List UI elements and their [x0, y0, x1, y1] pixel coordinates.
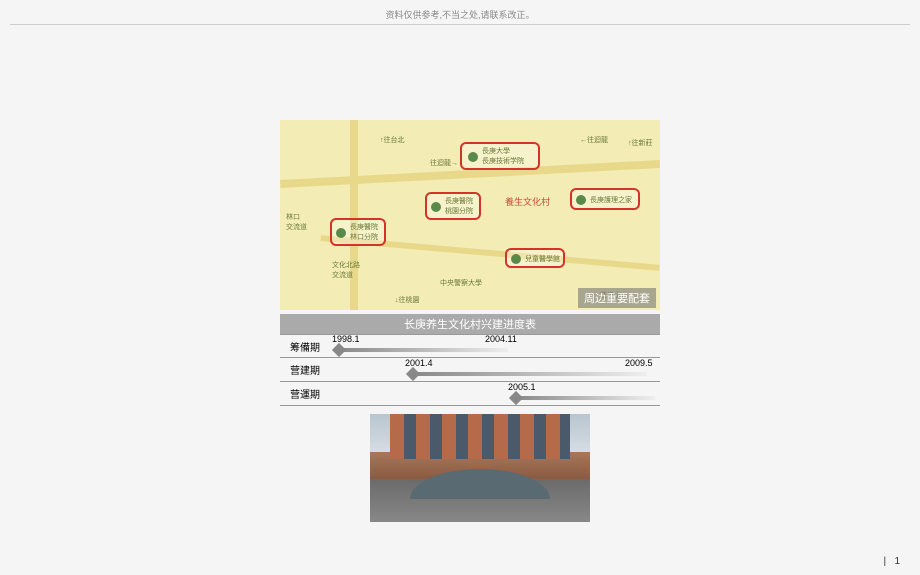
timeline-start-date: 2005.1 — [508, 382, 536, 392]
main-content: 長庚大學長庚技術学院 長庚護理之家 長庚醫院桃園分院 長庚醫院林口分院 兒童醫學… — [280, 120, 680, 522]
page-sep: | — [883, 556, 886, 567]
timeline-start-date: 1998.1 — [332, 334, 360, 344]
map-marker: 長庚護理之家 — [570, 188, 640, 210]
map-side-label: 往迴龍→ — [430, 158, 458, 168]
map-side-label: 文化北路交流道 — [332, 260, 360, 280]
photo-building-facade — [390, 414, 570, 459]
timeline-row: 营建期 2001.4 2009.5 — [280, 358, 660, 382]
map-marker: 兒童醫學館 — [505, 248, 565, 268]
timeline-phase-label: 营運期 — [280, 384, 330, 403]
map-marker: 長庚大學長庚技術学院 — [460, 142, 540, 170]
header-disclaimer: 资料仅供参考,不当之处,请联系改正。 — [0, 8, 920, 21]
header-divider — [10, 24, 910, 25]
timeline-track: 1998.1 2004.11 — [330, 334, 660, 358]
map-marker: 長庚醫院林口分院 — [330, 218, 386, 246]
map-side-label: ↑往台北 — [380, 135, 405, 145]
map-dot-icon — [576, 195, 586, 205]
location-map: 長庚大學長庚技術学院 長庚護理之家 長庚醫院桃園分院 長庚醫院林口分院 兒童醫學… — [280, 120, 660, 310]
map-marker-label: 長庚醫院桃園分院 — [445, 196, 473, 216]
map-marker-label: 長庚大學長庚技術学院 — [482, 146, 524, 166]
timeline-bar — [338, 348, 508, 352]
map-road — [350, 120, 358, 310]
photo-entrance-awning — [410, 469, 550, 499]
map-dot-icon — [336, 228, 346, 238]
page-num-value: 1 — [894, 556, 900, 567]
timeline-end-date: 2004.11 — [485, 334, 517, 344]
timeline-bar — [515, 396, 655, 400]
timeline-track: 2005.1 — [330, 382, 660, 406]
map-marker-label: 長庚醫院林口分院 — [350, 222, 378, 242]
timeline-phase-label: 筹備期 — [280, 337, 330, 356]
timeline-row: 营運期 2005.1 — [280, 382, 660, 406]
building-photo — [370, 414, 590, 522]
timeline-end-date: 2009.5 — [625, 358, 653, 368]
timeline-track: 2001.4 2009.5 — [330, 358, 660, 382]
page-number: | 1 — [883, 556, 900, 567]
map-side-label: 中央警察大學 — [440, 278, 482, 288]
map-side-label: 林口交流道 — [286, 212, 307, 232]
map-side-label: ←往迴龍 — [580, 135, 608, 145]
timeline-title: 长庚养生文化村兴建进度表 — [280, 314, 660, 334]
construction-timeline: 筹備期 1998.1 2004.11 营建期 2001.4 2009.5 营運期… — [280, 334, 660, 406]
timeline-start-date: 2001.4 — [405, 358, 433, 368]
map-side-label: ↑往新莊 — [628, 138, 653, 148]
map-side-label: ↓往桃園 — [395, 295, 420, 305]
map-marker-label: 長庚護理之家 — [590, 195, 632, 205]
map-culture-village-label: 養生文化村 — [505, 195, 550, 208]
map-marker-label: 兒童醫學館 — [525, 254, 560, 264]
map-marker: 長庚醫院桃園分院 — [425, 192, 481, 220]
timeline-bar — [412, 372, 647, 376]
map-dot-icon — [511, 254, 521, 264]
timeline-row: 筹備期 1998.1 2004.11 — [280, 334, 660, 358]
map-caption: 周边重要配套 — [578, 288, 656, 308]
map-dot-icon — [431, 202, 441, 212]
timeline-phase-label: 营建期 — [280, 360, 330, 379]
map-dot-icon — [468, 152, 478, 162]
